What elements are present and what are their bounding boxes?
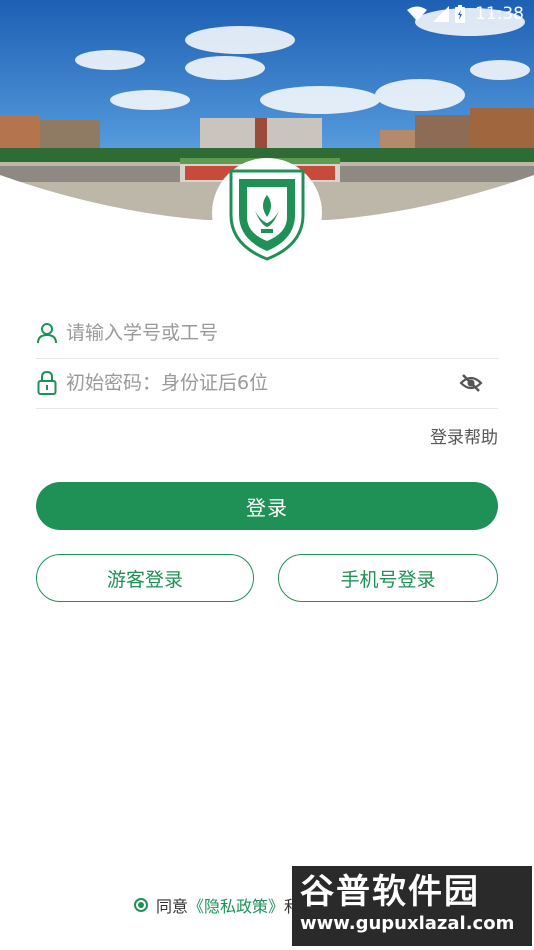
wifi-icon	[407, 6, 427, 22]
phone-login-button[interactable]: 手机号登录	[278, 554, 498, 602]
watermark-url: www.gupuxlazal.com	[300, 913, 515, 934]
privacy-agreement: 同意 《隐私政策》 和	[134, 893, 300, 917]
privacy-policy-link[interactable]: 《隐私政策》	[188, 893, 284, 917]
status-bar: 11:38	[0, 0, 534, 28]
agree-radio[interactable]	[134, 898, 148, 912]
login-button[interactable]: 登录	[36, 482, 498, 530]
password-field	[36, 358, 498, 409]
agree-prefix-text: 同意	[156, 897, 189, 916]
signal-icon	[433, 6, 449, 22]
username-field	[36, 308, 498, 359]
watermark-brand: 谷普软件园	[300, 872, 480, 912]
site-watermark: 谷普软件园 www.gupuxlazal.com	[292, 866, 532, 946]
battery-icon	[455, 5, 465, 23]
login-help-link[interactable]: 登录帮助	[430, 423, 498, 448]
eye-off-icon[interactable]	[458, 370, 484, 396]
user-icon	[36, 321, 58, 345]
lock-icon	[36, 371, 58, 395]
college-emblem	[212, 158, 322, 268]
guest-login-button[interactable]: 游客登录	[36, 554, 254, 602]
status-time: 11:38	[475, 4, 524, 24]
password-input[interactable]	[66, 372, 458, 394]
username-input[interactable]	[66, 322, 498, 344]
